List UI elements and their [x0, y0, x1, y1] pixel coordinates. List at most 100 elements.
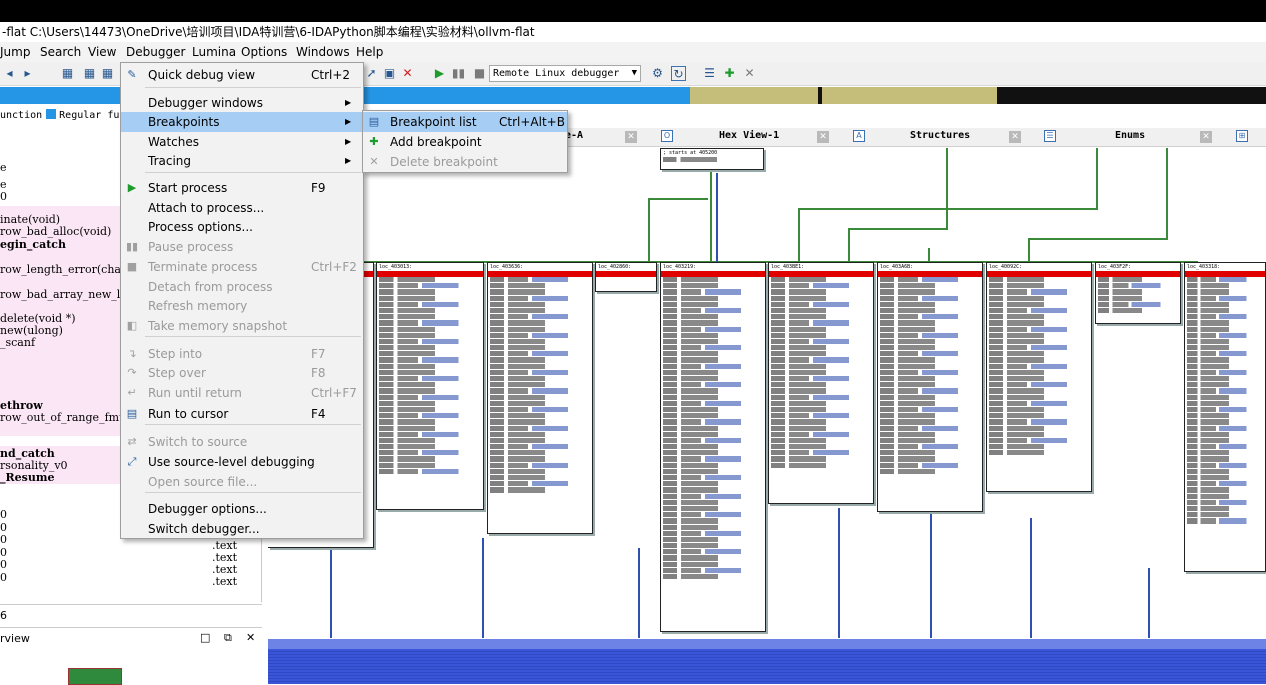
switch-source-icon: ⇄: [127, 435, 137, 448]
list-icon[interactable]: ☰: [702, 66, 717, 81]
menu-item-tracing[interactable]: Tracing ▶: [121, 151, 363, 171]
code-block[interactable]: loc_402860:: [595, 262, 657, 292]
menu-item-start-process[interactable]: ▶ Start process F9: [121, 178, 363, 198]
add-breakpoint-icon: ✚: [369, 135, 379, 148]
function-row[interactable]: e: [0, 162, 7, 174]
menu-item-use-source-level-debugging[interactable]: ⤢ Use source-level debugging: [121, 452, 363, 472]
menu-item-quick-debug-view[interactable]: ✎ Quick debug view Ctrl+2: [121, 65, 363, 85]
menu-item-open-source-file[interactable]: Open source file...: [121, 472, 363, 492]
function-row[interactable]: _scanf: [0, 337, 35, 349]
close-icon[interactable]: ✕: [1200, 131, 1212, 143]
tab-hex-view[interactable]: Hex View-1: [719, 130, 779, 141]
close-red-icon[interactable]: ✕: [400, 66, 415, 81]
start-icon[interactable]: ▶: [432, 66, 447, 81]
stop-icon[interactable]: ■: [472, 66, 487, 81]
function-row[interactable]: egin_catch: [0, 239, 66, 251]
function-row[interactable]: row_bad_alloc(void): [0, 226, 111, 238]
menu-item-delete-breakpoint[interactable]: ✕ Delete breakpoint: [363, 152, 567, 172]
function-row[interactable]: 0: [0, 191, 7, 203]
block-label: loc_403219:: [663, 264, 697, 270]
close-icon[interactable]: ✕: [817, 131, 829, 143]
code-line: [663, 574, 763, 581]
function-row[interactable]: 0: [0, 534, 7, 546]
menu-debugger[interactable]: Debugger: [126, 45, 185, 59]
menu-item-debugger-options[interactable]: Debugger options...: [121, 499, 363, 519]
tab-enums[interactable]: Enums: [1115, 130, 1145, 141]
block-label: loc_403318:: [1187, 264, 1221, 270]
menu-view[interactable]: View: [88, 45, 116, 59]
menu-item-switch-debugger[interactable]: Switch debugger...: [121, 519, 363, 539]
menu-item-pause-process[interactable]: ▮▮ Pause process: [121, 237, 363, 257]
menu-lumina[interactable]: Lumina: [192, 45, 236, 59]
menu-item-step-into[interactable]: ↴ Step into F7: [121, 344, 363, 364]
search-text-icon[interactable]: ▦: [100, 66, 115, 81]
refresh-icon[interactable]: ↻: [671, 66, 686, 81]
menu-item-watches[interactable]: Watches ▶: [121, 132, 363, 152]
graph-icon[interactable]: ▣: [382, 66, 397, 81]
code-block[interactable]: ; starts at 405200: [660, 148, 764, 170]
debugger-select-value: Remote Linux debugger: [493, 68, 620, 79]
menu-item-attach-to-process[interactable]: Attach to process...: [121, 198, 363, 218]
function-row[interactable]: 0: [0, 509, 7, 521]
remove-icon[interactable]: ✕: [742, 66, 757, 81]
menu-item-breakpoints[interactable]: Breakpoints ▶: [121, 112, 363, 132]
code-block[interactable]: loc_403F2F:: [1095, 262, 1181, 324]
binary-icon[interactable]: ▦: [60, 66, 75, 81]
close-icon[interactable]: ✕: [246, 631, 255, 644]
graph-view[interactable]: ; starts at 405200 loc_403013: loc_40363…: [268, 148, 1266, 684]
menu-item-run-until-return[interactable]: ↵ Run until return Ctrl+F7: [121, 383, 363, 403]
back-icon[interactable]: ◂: [2, 66, 17, 81]
menu-windows[interactable]: Windows: [296, 45, 350, 59]
menubar: Jump Search View Debugger Lumina Options…: [0, 42, 1266, 62]
menu-item-terminate-process[interactable]: ■ Terminate process Ctrl+F2: [121, 257, 363, 277]
menu-item-debugger-windows[interactable]: Debugger windows ▶: [121, 93, 363, 113]
forward-icon[interactable]: ▸: [20, 66, 35, 81]
code-block[interactable]: loc_403BE1:: [768, 262, 874, 504]
menu-options[interactable]: Options: [241, 45, 287, 59]
menu-item-refresh-memory[interactable]: Refresh memory: [121, 296, 363, 316]
restore-icon[interactable]: ⧉: [224, 631, 232, 645]
menu-item-take-memory-snapshot[interactable]: ◧ Take memory snapshot: [121, 316, 363, 336]
code-block[interactable]: loc_403318:: [1184, 262, 1266, 572]
menu-item-label: Attach to process...: [148, 201, 265, 215]
snapshot-icon: ◧: [126, 319, 138, 332]
add-icon[interactable]: ✚: [722, 66, 737, 81]
debugger-settings-icon[interactable]: ⚙: [650, 66, 665, 81]
close-icon[interactable]: ✕: [625, 131, 637, 143]
code-block[interactable]: loc_403A6B:: [877, 262, 983, 512]
menu-help[interactable]: Help: [356, 45, 383, 59]
menu-item-shortcut: F7: [311, 347, 326, 361]
code-line: [880, 468, 980, 475]
menu-item-process-options[interactable]: Process options...: [121, 217, 363, 237]
arrow-icon[interactable]: ➚: [364, 66, 379, 81]
block-label: loc_403013:: [379, 264, 413, 270]
close-icon[interactable]: ✕: [1009, 131, 1021, 143]
search-binary-icon[interactable]: ▦: [82, 66, 97, 81]
overview-thumbnail[interactable]: [68, 668, 122, 685]
tab-structures[interactable]: Structures: [910, 130, 970, 141]
function-row[interactable]: row_length_error(char c: [0, 264, 136, 276]
menu-item-add-breakpoint[interactable]: ✚ Add breakpoint: [363, 132, 567, 152]
pause-icon[interactable]: ▮▮: [451, 66, 466, 81]
menu-item-label: Start process: [148, 181, 228, 195]
code-block[interactable]: loc_40092C:: [986, 262, 1092, 492]
menu-search[interactable]: Search: [40, 45, 81, 59]
menu-item-switch-to-source[interactable]: ⇄ Switch to source: [121, 432, 363, 452]
function-row[interactable]: 0: [0, 559, 7, 571]
function-row[interactable]: _Resume: [0, 472, 54, 484]
menu-item-label: Process options...: [148, 220, 253, 234]
function-row[interactable]: 0: [0, 572, 7, 584]
debugger-select[interactable]: Remote Linux debugger ▼: [489, 65, 641, 82]
menu-item-detach-from-process[interactable]: Detach from process: [121, 277, 363, 297]
menu-item-step-over[interactable]: ↷ Step over F8: [121, 363, 363, 383]
code-block[interactable]: loc_403636:: [487, 262, 593, 534]
debugger-menu: ✎ Quick debug view Ctrl+2 Debugger windows ▶…: [120, 62, 364, 539]
menu-item-label: Terminate process: [148, 260, 258, 274]
code-block[interactable]: loc_403013:: [376, 262, 484, 510]
menu-jump[interactable]: Jump: [0, 45, 30, 59]
menu-item-shortcut: F8: [311, 366, 326, 380]
maximize-icon[interactable]: □: [200, 631, 210, 644]
menu-item-run-to-cursor[interactable]: ▤ Run to cursor F4: [121, 404, 363, 424]
menu-item-breakpoint-list[interactable]: ▤ Breakpoint list Ctrl+Alt+B: [363, 112, 567, 132]
code-block[interactable]: loc_403219:: [660, 262, 766, 632]
